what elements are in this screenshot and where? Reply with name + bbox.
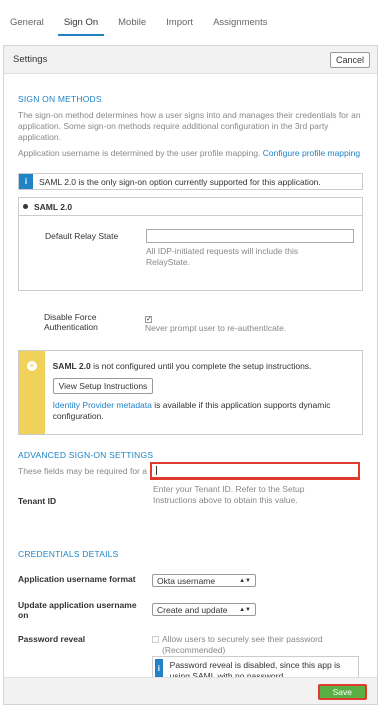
update-username-label: Update application username on bbox=[18, 600, 137, 620]
panel-footer: Save bbox=[4, 677, 377, 704]
save-button[interactable]: Save bbox=[317, 684, 367, 700]
username-mapping-note: Application username is determined by th… bbox=[18, 148, 361, 158]
advanced-settings-title: ADVANCED SIGN-ON SETTINGS bbox=[18, 450, 154, 460]
info-icon: i bbox=[19, 174, 33, 189]
select-arrows-icon: ▲▼ bbox=[239, 577, 251, 584]
select-arrows-icon: ▲▼ bbox=[239, 606, 251, 613]
tenant-id-help: Enter your Tenant ID. Refer to the Setup… bbox=[153, 484, 305, 505]
relay-state-label: Default Relay State bbox=[45, 231, 119, 241]
relay-state-input[interactable] bbox=[146, 229, 354, 243]
username-format-select[interactable]: Okta username ▲▼ bbox=[152, 574, 256, 587]
tab-bar: General Sign On Mobile Import Assignment… bbox=[0, 0, 381, 36]
tenant-id-label: Tenant ID bbox=[18, 496, 57, 506]
saml-radio-label: SAML 2.0 bbox=[34, 201, 73, 212]
settings-panel: Settings Cancel SIGN ON METHODS The sign… bbox=[3, 45, 378, 705]
checkmark-icon: ✓ bbox=[145, 316, 152, 323]
tenant-id-input[interactable] bbox=[150, 462, 360, 479]
setup-warning-text: SAML 2.0 is not configured until you com… bbox=[52, 361, 312, 371]
metadata-text: Identity Provider metadata is available … bbox=[52, 400, 331, 421]
panel-header: Settings Cancel bbox=[4, 46, 377, 74]
tab-sign-on[interactable]: Sign On bbox=[57, 17, 106, 36]
force-auth-help: Never prompt user to re-authenticate. bbox=[145, 323, 287, 333]
idp-metadata-link[interactable]: Identity Provider metadata bbox=[53, 400, 152, 410]
password-reveal-text: Allow users to securely see their passwo… bbox=[162, 634, 323, 655]
cancel-button[interactable]: Cancel bbox=[329, 51, 370, 68]
tab-general[interactable]: General bbox=[10, 17, 52, 36]
saml-option-box: SAML 2.0 Default Relay State All IDP-ini… bbox=[18, 197, 363, 291]
saml-radio-option[interactable]: SAML 2.0 bbox=[19, 198, 362, 216]
relay-state-help: All IDP-initiated requests will include … bbox=[146, 246, 299, 267]
force-auth-checkbox[interactable]: ✓ bbox=[145, 313, 152, 323]
tab-mobile[interactable]: Mobile bbox=[118, 17, 154, 36]
setup-warning-box: ≡ SAML 2.0 is not configured until you c… bbox=[18, 350, 363, 435]
radio-selected-icon bbox=[23, 204, 28, 209]
saml-only-info-text: SAML 2.0 is the only sign-on option curr… bbox=[39, 176, 321, 187]
sign-on-description: The sign-on method determines how a user… bbox=[18, 110, 361, 142]
tab-import[interactable]: Import bbox=[166, 17, 201, 36]
sign-on-methods-title: SIGN ON METHODS bbox=[18, 94, 102, 104]
view-setup-instructions-button[interactable]: View Setup Instructions bbox=[52, 378, 154, 394]
password-reveal-label: Password reveal bbox=[18, 634, 86, 644]
panel-title: Settings bbox=[13, 54, 48, 65]
credentials-title: CREDENTIALS DETAILS bbox=[18, 549, 119, 559]
text-cursor-icon bbox=[156, 466, 157, 475]
username-format-label: Application username format bbox=[18, 574, 136, 584]
configure-profile-mapping-link[interactable]: Configure profile mapping bbox=[263, 148, 360, 158]
password-reveal-checkbox[interactable] bbox=[152, 635, 159, 645]
tab-assignments[interactable]: Assignments bbox=[213, 17, 275, 36]
force-auth-label: Disable Force Authentication bbox=[44, 312, 98, 332]
warning-icon: ≡ bbox=[26, 361, 37, 371]
saml-only-info: i SAML 2.0 is the only sign-on option cu… bbox=[18, 173, 363, 190]
update-username-select[interactable]: Create and update ▲▼ bbox=[152, 603, 256, 616]
